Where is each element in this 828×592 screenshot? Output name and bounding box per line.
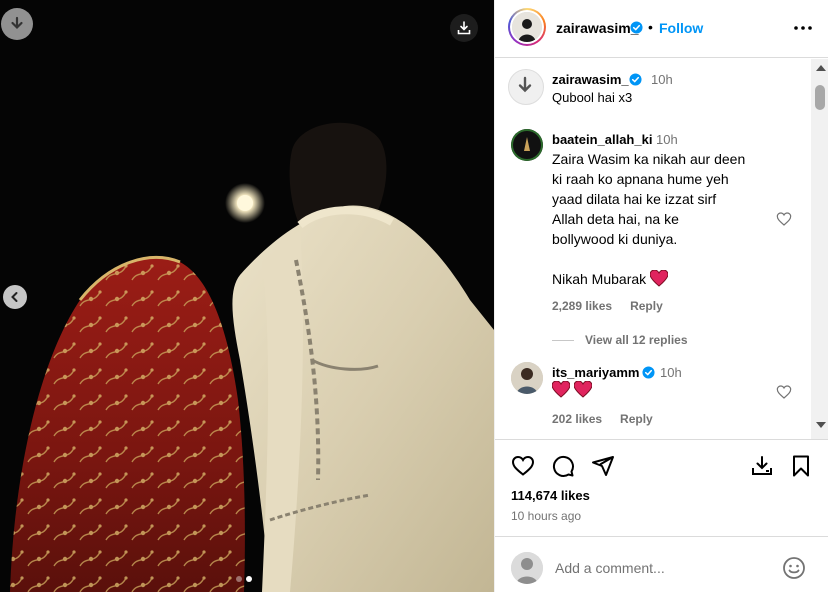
- carousel-dot-active: [246, 576, 252, 582]
- author-avatar[interactable]: [508, 8, 546, 46]
- add-comment-bar: [495, 536, 828, 592]
- separator-dot: •: [648, 19, 653, 35]
- comment-line: Zaira Wasim ka nikah aur deen: [552, 151, 746, 167]
- download-button[interactable]: [1, 8, 33, 40]
- post-photo: [0, 0, 494, 592]
- post-media[interactable]: [0, 0, 494, 592]
- comment-username[interactable]: its_mariyamm: [552, 365, 639, 380]
- scroll-up-arrow-icon[interactable]: [816, 65, 826, 71]
- caption-username[interactable]: zairawasim_: [552, 72, 629, 87]
- more-options-icon[interactable]: [791, 18, 815, 38]
- comment-icon[interactable]: [551, 454, 575, 478]
- caption-text: Qubool hai x3: [552, 90, 633, 105]
- comment-text: Zaira Wasim ka nikah aur deen ki raah ko…: [552, 149, 782, 289]
- red-heart-emoji-icon: [650, 270, 669, 287]
- comment-text: [552, 381, 593, 400]
- comment-input[interactable]: [555, 557, 765, 579]
- comment-line: Nikah Mubarak: [552, 269, 782, 289]
- scrollbar-thumb[interactable]: [815, 85, 825, 110]
- likes-count[interactable]: 114,674 likes: [511, 488, 590, 503]
- author-username[interactable]: zairawasim_: [556, 20, 639, 36]
- save-media-button[interactable]: [450, 14, 478, 42]
- caption-time: 10h: [651, 72, 673, 87]
- comment-username[interactable]: baatein_allah_ki: [552, 132, 652, 147]
- comment-time: 10h: [656, 132, 678, 147]
- download-tray-icon: [457, 21, 471, 35]
- post-actions: 114,674 likes 10 hours ago: [495, 439, 828, 535]
- share-icon[interactable]: [591, 454, 615, 478]
- comment-line: bollywood ki duniya.: [552, 231, 678, 247]
- scroll-down-arrow-icon[interactable]: [816, 422, 826, 428]
- comment-likes[interactable]: 202 likes: [552, 412, 602, 426]
- comments-scrollbar[interactable]: [811, 59, 828, 439]
- user-silhouette-icon: [511, 552, 543, 584]
- avatar-image: [511, 129, 543, 161]
- avatar-image: [512, 12, 542, 42]
- like-comment-heart-icon[interactable]: [776, 211, 792, 227]
- red-heart-emoji-icon: [552, 381, 570, 398]
- reply-button[interactable]: Reply: [630, 299, 663, 313]
- post-header: zairawasim_ • Follow: [495, 0, 828, 58]
- heart-icon[interactable]: [511, 454, 535, 478]
- view-replies-button[interactable]: View all 12 replies: [552, 333, 688, 347]
- caption-author-avatar[interactable]: [508, 69, 544, 105]
- verified-badge-icon: [642, 366, 655, 379]
- comment-line: Allah deta hai, na ke: [552, 211, 679, 227]
- emoji-icon[interactable]: [782, 556, 806, 580]
- chevron-left-icon: [11, 292, 18, 302]
- comment-meta: 202 likes Reply: [552, 412, 671, 426]
- post-timestamp[interactable]: 10 hours ago: [511, 509, 581, 523]
- like-comment-heart-icon[interactable]: [776, 384, 792, 400]
- download-icon: [518, 76, 532, 93]
- commenter-avatar[interactable]: [511, 129, 543, 161]
- previous-slide-button[interactable]: [3, 285, 27, 309]
- comments-list[interactable]: zairawasim_ 10h Qubool hai x3 baatein_al…: [495, 59, 828, 439]
- carousel-dot: [236, 576, 242, 582]
- comment-meta: 2,289 likes Reply: [552, 299, 681, 313]
- carousel-indicator: [236, 576, 252, 582]
- view-replies-label: View all 12 replies: [585, 333, 688, 347]
- download-icon: [11, 16, 23, 30]
- avatar-image: [511, 362, 543, 394]
- post-sidebar: zairawasim_ • Follow zairawasim_ 10h Qub…: [494, 0, 828, 592]
- comment-line-text: Nikah Mubarak: [552, 271, 647, 287]
- save-icon[interactable]: [789, 454, 813, 478]
- comment-time: 10h: [660, 365, 682, 380]
- verified-badge-icon: [630, 21, 643, 34]
- follow-button[interactable]: Follow: [659, 20, 703, 36]
- red-heart-emoji-icon: [574, 381, 593, 398]
- reply-button[interactable]: Reply: [620, 412, 653, 426]
- current-user-avatar: [511, 552, 543, 584]
- download-tray-icon[interactable]: [750, 454, 774, 478]
- comment-likes[interactable]: 2,289 likes: [552, 299, 612, 313]
- commenter-avatar[interactable]: [511, 362, 543, 394]
- comment-line: yaad dilata hai ke izzat sirf: [552, 191, 717, 207]
- comment-line: ki raah ko apnana hume yeh: [552, 171, 729, 187]
- verified-badge-icon: [629, 73, 642, 86]
